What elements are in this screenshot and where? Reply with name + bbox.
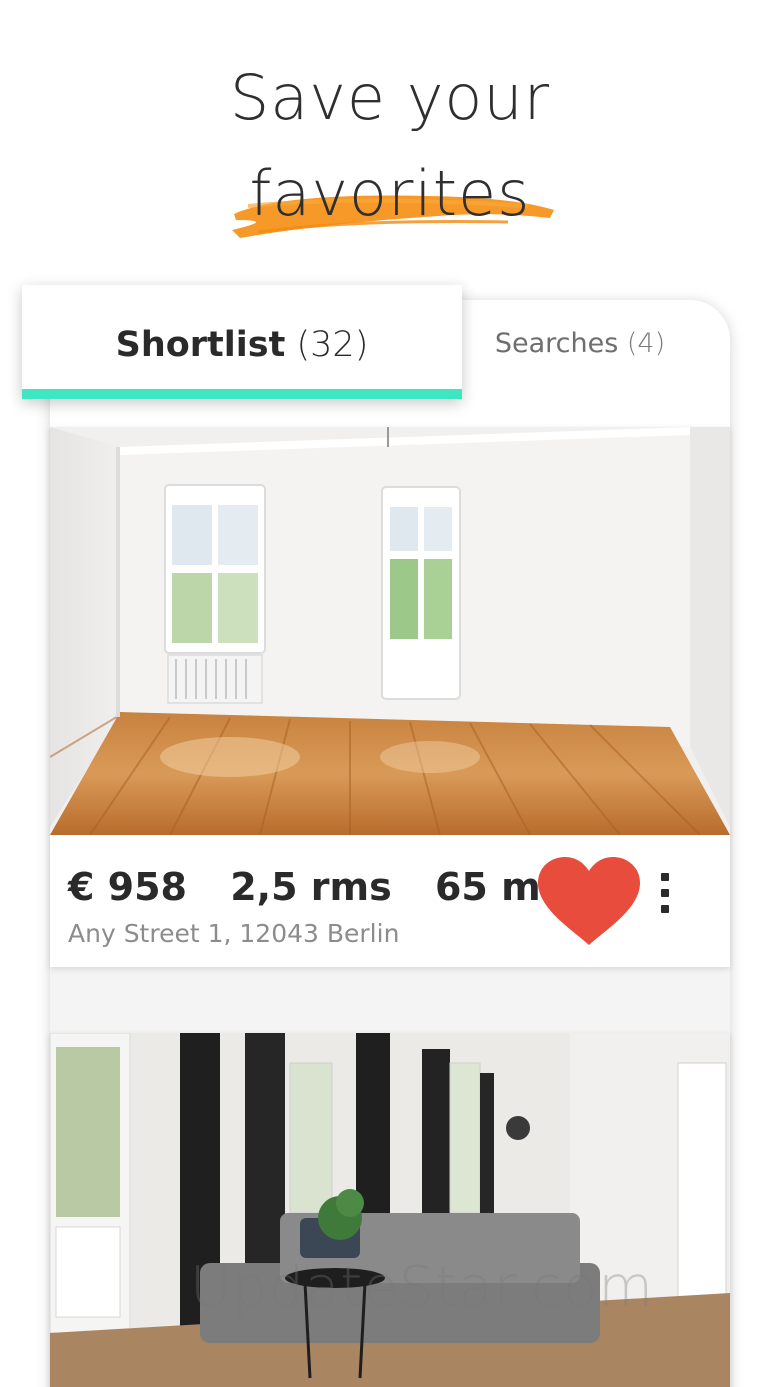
headline-line1: Save your — [229, 61, 551, 134]
listing-rooms: 2,5 rms — [230, 865, 392, 909]
active-tab-indicator — [22, 389, 462, 399]
tab-searches-count: (4) — [626, 328, 666, 359]
tab-shortlist[interactable]: Shortlist (32) — [22, 285, 462, 399]
listing-address: Any Street 1, 12043 Berlin — [68, 919, 400, 948]
tab-searches-label: Searches — [494, 328, 619, 359]
listing-photo-living-room[interactable] — [50, 1033, 730, 1387]
tab-searches[interactable]: Searches (4) — [430, 322, 730, 366]
more-options-icon[interactable] — [650, 873, 680, 923]
watermark: UpdateStar.com — [190, 1255, 654, 1320]
tab-shortlist-count: (32) — [296, 325, 369, 365]
listing-photo-empty-room[interactable] — [50, 427, 730, 835]
favorite-heart-icon[interactable] — [538, 857, 640, 947]
headline: Save your favorites — [0, 60, 780, 238]
tab-shortlist-label: Shortlist — [115, 325, 286, 365]
headline-line2: favorites — [249, 157, 531, 230]
listing-price: € 958 — [68, 865, 187, 909]
listing-facts: € 958 2,5 rms 65 m2 — [68, 865, 586, 909]
listing-card[interactable] — [50, 1033, 730, 1387]
listing-info: € 958 2,5 rms 65 m2 Any Street 1, 12043 … — [50, 835, 730, 967]
listing-card[interactable]: € 958 2,5 rms 65 m2 Any Street 1, 12043 … — [50, 427, 730, 967]
